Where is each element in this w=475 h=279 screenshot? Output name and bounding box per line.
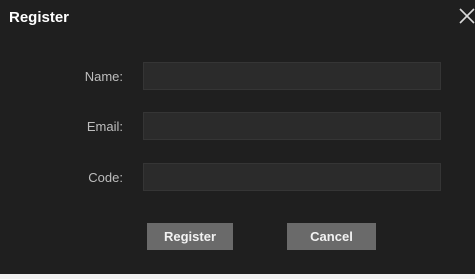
code-field[interactable]	[143, 163, 441, 191]
dialog-bottom-edge	[0, 274, 475, 279]
name-field[interactable]	[143, 62, 441, 90]
dialog-title: Register	[9, 9, 70, 26]
name-label: Name:	[84, 69, 123, 84]
code-label: Code:	[88, 170, 123, 185]
register-button[interactable]: Register	[147, 223, 233, 250]
email-field[interactable]	[143, 112, 441, 140]
cancel-button[interactable]: Cancel	[287, 223, 376, 250]
email-label: Email:	[86, 119, 123, 134]
register-dialog: Register Name: Email: Code: Register Can…	[0, 0, 475, 279]
code-row: Code:	[0, 163, 475, 191]
email-row: Email:	[0, 112, 475, 140]
close-icon	[459, 8, 475, 24]
name-row: Name:	[0, 62, 475, 90]
close-button[interactable]	[457, 5, 475, 25]
